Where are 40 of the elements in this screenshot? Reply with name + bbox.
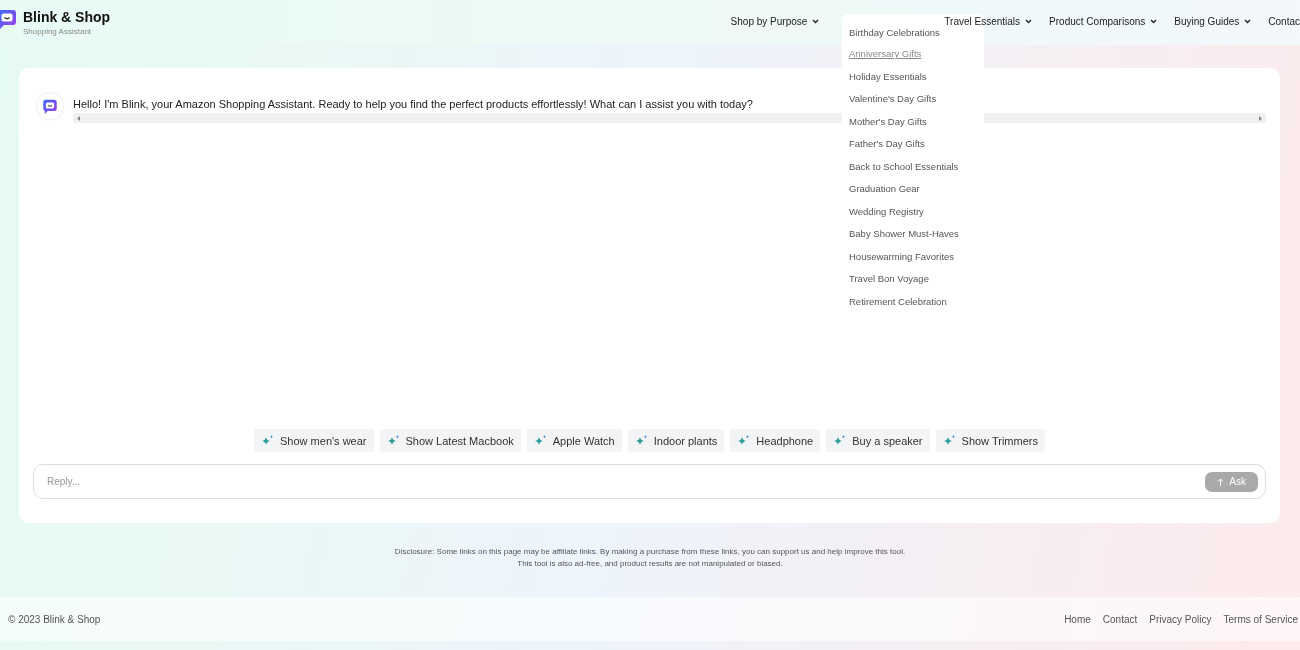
suggestion-chip[interactable]: Show Trimmers bbox=[935, 429, 1045, 452]
chat-bubble-icon bbox=[43, 98, 57, 114]
footer-link[interactable]: Terms of Service bbox=[1223, 613, 1298, 625]
menu-item[interactable]: Valentine's Day Gifts bbox=[849, 88, 937, 111]
brand-tagline: Shopping Assistant bbox=[23, 27, 93, 36]
menu-item[interactable]: Housewarming Favorites bbox=[849, 245, 955, 268]
assistant-message: Hello! I'm Blink, your Amazon Shopping Assistant. Ready to help you find the perfect products effortlessly! What can I assist you with today? bbox=[73, 98, 753, 110]
menu-item[interactable]: Father's Day Gifts bbox=[849, 133, 925, 156]
suggestion-chip[interactable]: Buy a speaker bbox=[826, 429, 930, 452]
suggestion-chip[interactable]: Show men's wear bbox=[254, 429, 374, 452]
menu-item[interactable]: Baby Shower Must-Haves bbox=[849, 223, 959, 246]
menu-item[interactable]: Travel Bon Voyage bbox=[849, 268, 929, 291]
suggestion-chip[interactable]: Headphone bbox=[730, 429, 821, 452]
menu-item[interactable]: Mother's Day Gifts bbox=[849, 110, 927, 133]
suggestion-chip[interactable]: Indoor plants bbox=[627, 429, 725, 452]
nav-link[interactable]: Contac bbox=[1268, 16, 1300, 27]
logo-icon bbox=[0, 9, 16, 29]
menu-item[interactable]: Birthday Celebrations bbox=[849, 26, 940, 40]
menu-item[interactable]: Retirement Celebration bbox=[849, 290, 947, 313]
scroll-left-icon[interactable] bbox=[77, 115, 80, 121]
nav-link[interactable]: Buying Guides bbox=[1174, 16, 1252, 27]
scroll-right-icon[interactable] bbox=[1259, 115, 1262, 121]
menu-item[interactable]: Graduation Gear bbox=[849, 178, 920, 201]
suggestion-chip[interactable]: Show Latest Macbook bbox=[379, 429, 521, 452]
footer-link[interactable]: Contact bbox=[1102, 613, 1138, 625]
menu-item[interactable]: Back to School Essentials bbox=[849, 155, 959, 178]
footer-link[interactable]: Privacy Policy bbox=[1149, 613, 1212, 625]
arrow-up-icon bbox=[1217, 477, 1225, 486]
disclosure-text: Disclosure: Some links on this page may be affiliate links. By making a purchase from these links, you can support us and help improve this tool. bbox=[393, 546, 907, 558]
menu-item[interactable]: Holiday Essentials bbox=[849, 65, 927, 88]
copyright-text: © 2023 Blink & Shop bbox=[8, 613, 101, 625]
nav-link[interactable]: Travel Essentials bbox=[944, 16, 1033, 27]
nav-link[interactable]: Product Comparisons bbox=[1049, 16, 1158, 27]
disclosure-text: This tool is also ad-free, and product results are not manipulated or biased. bbox=[516, 558, 784, 570]
brand-name: Blink & Shop bbox=[23, 9, 111, 25]
suggestion-chip[interactable]: Apple Watch bbox=[526, 429, 622, 452]
footer-link[interactable]: Home bbox=[1064, 613, 1091, 625]
menu-item[interactable]: Wedding Registry bbox=[849, 200, 924, 223]
nav-link[interactable]: Shop by Purpose bbox=[730, 16, 820, 27]
menu-item[interactable]: Anniversary Gifts bbox=[849, 43, 922, 66]
